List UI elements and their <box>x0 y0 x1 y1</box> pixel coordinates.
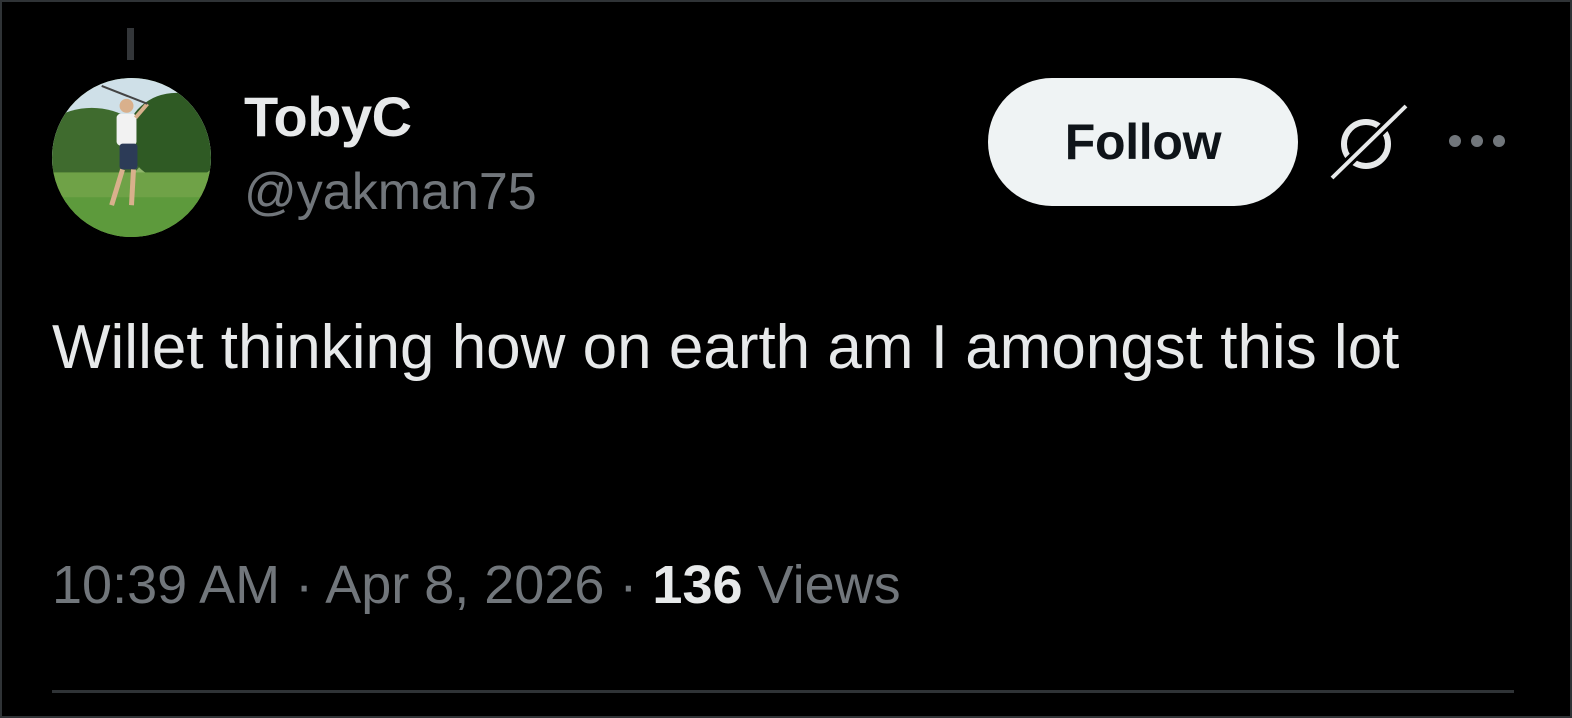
post-card: TobyC @yakman75 Follow Willet thinking h… <box>0 0 1572 718</box>
post-date[interactable]: Apr 8, 2026 <box>325 555 604 615</box>
avatar[interactable] <box>52 78 211 237</box>
post-meta: 10:39 AM · Apr 8, 2026 · 136 Views <box>52 554 901 616</box>
thread-connector-line <box>127 28 134 60</box>
follow-button[interactable]: Follow <box>988 78 1298 206</box>
author-display-name[interactable]: TobyC <box>244 84 412 149</box>
divider <box>52 690 1514 693</box>
more-icon[interactable] <box>1446 126 1508 156</box>
views-count: 136 <box>652 555 743 615</box>
views-label: Views <box>757 555 901 615</box>
meta-separator: · <box>295 555 314 615</box>
post-time[interactable]: 10:39 AM <box>52 555 280 615</box>
meta-separator: · <box>619 555 638 615</box>
author-handle[interactable]: @yakman75 <box>244 162 537 222</box>
post-text: Willet thinking how on earth am I amongs… <box>52 313 1400 382</box>
grok-icon[interactable] <box>1328 102 1410 182</box>
avatar-image <box>52 78 211 237</box>
